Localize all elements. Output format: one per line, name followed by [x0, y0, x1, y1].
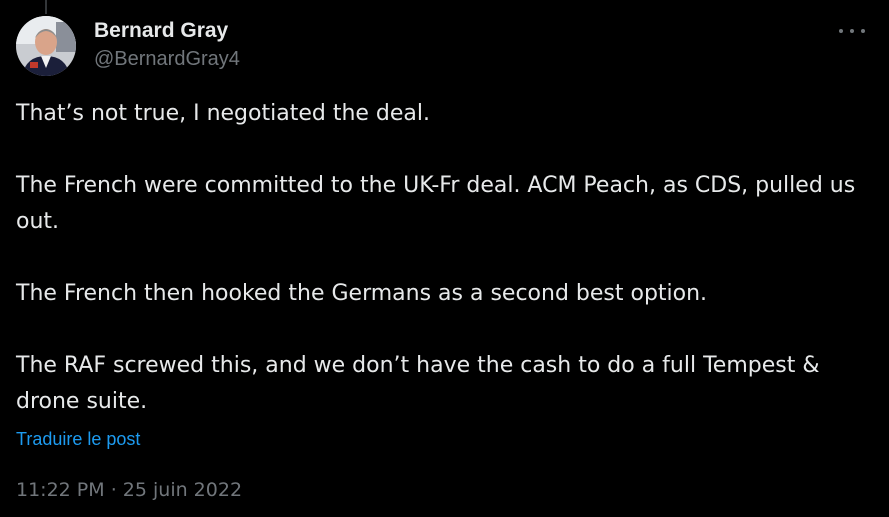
tweet-date[interactable]: 25 juin 2022: [123, 479, 242, 501]
avatar[interactable]: [16, 16, 76, 76]
author-info: Bernard Gray @BernardGray4: [94, 18, 240, 72]
tweet-paragraph: The French then hooked the Germans as a …: [16, 281, 708, 306]
timestamp-separator: ·: [104, 479, 123, 501]
tweet-text: That’s not true, I negotiated the deal. …: [16, 96, 876, 420]
avatar-image: [16, 16, 76, 76]
thread-connector-line: [45, 0, 47, 14]
more-horizontal-icon-dot: [850, 29, 854, 33]
tweet-paragraph: That’s not true, I negotiated the deal.: [16, 101, 431, 126]
more-horizontal-icon-dot: [861, 29, 865, 33]
author-display-name[interactable]: Bernard Gray: [94, 18, 240, 44]
author-handle[interactable]: @BernardGray4: [94, 46, 240, 72]
more-options-button[interactable]: [839, 20, 865, 42]
tweet-timestamp: 11:22 PM · 25 juin 2022: [16, 477, 242, 503]
more-horizontal-icon: [839, 29, 843, 33]
translate-post-link[interactable]: Traduire le post: [16, 426, 140, 452]
tweet-paragraph: The French were committed to the UK-Fr d…: [16, 173, 856, 234]
tweet-paragraph: The RAF screwed this, and we don’t have …: [16, 353, 820, 414]
tweet-time[interactable]: 11:22 PM: [16, 479, 105, 501]
